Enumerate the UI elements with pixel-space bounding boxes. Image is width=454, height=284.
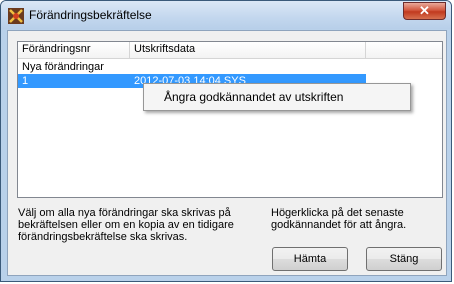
close-button-label: Stäng xyxy=(389,253,419,265)
cell-nr: Nya förändringar xyxy=(22,61,104,73)
window-title: Förändringsbekräftelse xyxy=(29,8,152,22)
get-button[interactable]: Hämta xyxy=(272,247,348,271)
help-text-left: Välj om alla nya förändringar ska skriva… xyxy=(18,207,234,243)
column-header-nr[interactable]: Förändringsnr xyxy=(18,42,130,58)
get-button-label: Hämta xyxy=(293,253,327,265)
list-item[interactable]: Nya förändringar xyxy=(18,60,442,74)
menu-item-undo-approval[interactable]: Ångra godkännandet av utskriften xyxy=(146,86,408,108)
context-menu: Ångra godkännandet av utskriften xyxy=(143,83,411,111)
close-icon: ✕ xyxy=(419,3,430,18)
close-button[interactable]: Stäng xyxy=(366,247,442,271)
column-header-data[interactable]: Utskriftsdata xyxy=(130,42,366,58)
dialog-client-area: Förändringsnr Utskriftsdata Nya förändri… xyxy=(7,30,447,276)
close-window-button[interactable]: ✕ xyxy=(403,2,446,20)
list-header: Förändringsnr Utskriftsdata xyxy=(18,42,442,59)
help-text-right: Högerklicka på det senaste godkännandet … xyxy=(271,207,407,231)
cell-nr: 1 xyxy=(22,75,29,87)
title-bar[interactable]: Förändringsbekräftelse ✕ xyxy=(1,1,451,29)
app-icon xyxy=(8,8,24,24)
dialog-window: Förändringsbekräftelse ✕ Förändringsnr U… xyxy=(0,0,452,282)
changes-list[interactable]: Förändringsnr Utskriftsdata Nya förändri… xyxy=(17,41,443,198)
